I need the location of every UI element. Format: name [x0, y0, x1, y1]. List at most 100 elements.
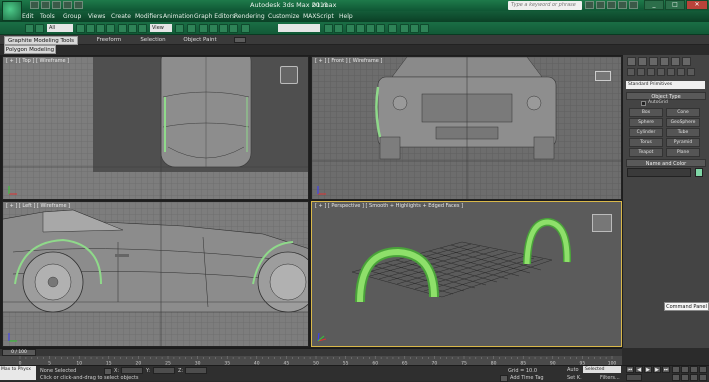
named-selection-dropdown[interactable]: [278, 24, 320, 32]
viewport-front[interactable]: [ + ] [ Front ] [ Wireframe ]: [311, 56, 622, 200]
name-and-color-heading[interactable]: Name and Color: [626, 159, 706, 167]
mirror-icon[interactable]: [324, 24, 333, 33]
move-icon[interactable]: [118, 24, 127, 33]
align-icon[interactable]: [334, 24, 343, 33]
previous-frame-icon[interactable]: ◀: [635, 366, 643, 373]
teapot-button[interactable]: Teapot: [629, 148, 663, 157]
schematic-view-icon[interactable]: [376, 24, 385, 33]
menu-group[interactable]: Group: [63, 13, 81, 20]
viewport-label-front[interactable]: [ + ] [ Front ] [ Wireframe ]: [315, 58, 382, 64]
add-time-tag[interactable]: Add Time Tag: [510, 375, 544, 381]
maximize-button[interactable]: □: [665, 0, 685, 10]
viewcube-perspective-icon[interactable]: [592, 214, 612, 232]
menu-create[interactable]: Create: [111, 13, 131, 20]
new-file-icon[interactable]: [30, 1, 39, 9]
lights-icon[interactable]: [647, 68, 655, 76]
select-manipulate-icon[interactable]: [187, 24, 196, 33]
selection-filter-dropdown[interactable]: All: [47, 24, 73, 32]
scale-icon[interactable]: [138, 24, 147, 33]
orbit-icon[interactable]: [690, 374, 698, 381]
modify-tab-icon[interactable]: [638, 57, 647, 66]
motion-tab-icon[interactable]: [660, 57, 669, 66]
plane-button[interactable]: Plane: [666, 148, 700, 157]
helpers-icon[interactable]: [667, 68, 675, 76]
render-production-icon[interactable]: [420, 24, 429, 33]
menu-views[interactable]: Views: [88, 13, 105, 20]
viewport-label-perspective[interactable]: [ + ] [ Perspective ] [ Smooth + Highlig…: [315, 203, 463, 209]
autogrid-checkbox[interactable]: [641, 101, 646, 106]
help-icon[interactable]: [629, 1, 638, 9]
subscription-icon[interactable]: [596, 1, 605, 9]
time-slider[interactable]: 0 / 100: [0, 348, 622, 356]
snap-toggle-icon[interactable]: [199, 24, 208, 33]
spinner-snap-icon[interactable]: [229, 24, 238, 33]
create-tab-icon[interactable]: [627, 57, 636, 66]
edit-named-selection-icon[interactable]: [241, 24, 250, 33]
rotate-icon[interactable]: [128, 24, 137, 33]
graphite-toggle-icon[interactable]: [356, 24, 365, 33]
open-file-icon[interactable]: [41, 1, 50, 9]
angle-snap-icon[interactable]: [209, 24, 218, 33]
coord-y-field[interactable]: [153, 367, 175, 374]
primitive-type-dropdown[interactable]: Standard Primitives: [626, 81, 705, 89]
pyramid-button[interactable]: Pyramid: [666, 138, 700, 147]
menu-modifiers[interactable]: Modifiers: [135, 13, 162, 20]
current-frame-field[interactable]: [626, 374, 642, 381]
menu-edit[interactable]: Edit: [22, 13, 34, 20]
go-to-end-icon[interactable]: ⏭: [662, 366, 670, 373]
minimize-button[interactable]: _: [644, 0, 664, 10]
communication-center-icon[interactable]: [607, 1, 616, 9]
tab-selection[interactable]: Selection: [134, 36, 172, 45]
zoom-all-icon[interactable]: [681, 366, 689, 373]
viewport-left[interactable]: [ + ] [ Left ] [ Wireframe ]: [2, 201, 309, 347]
zoom-extents-icon[interactable]: [690, 366, 698, 373]
sphere-button[interactable]: Sphere: [629, 118, 663, 127]
undo-tool-icon[interactable]: [25, 24, 34, 33]
search-icon[interactable]: [585, 1, 594, 9]
material-editor-icon[interactable]: [388, 24, 397, 33]
play-icon[interactable]: ▶: [644, 366, 652, 373]
menu-customize[interactable]: Customize: [268, 13, 300, 20]
tab-graphite-modeling-tools[interactable]: Graphite Modeling Tools: [4, 36, 78, 45]
region-select-icon[interactable]: [96, 24, 105, 33]
ribbon-options-icon[interactable]: [234, 37, 246, 43]
menu-animation[interactable]: Animation: [163, 13, 194, 20]
key-filter-dropdown[interactable]: Selected: [583, 366, 621, 373]
rendered-frame-icon[interactable]: [410, 24, 419, 33]
shapes-icon[interactable]: [637, 68, 645, 76]
object-type-heading[interactable]: Object Type: [626, 92, 706, 100]
undo-icon[interactable]: [63, 1, 72, 9]
menu-tools[interactable]: Tools: [40, 13, 55, 20]
display-tab-icon[interactable]: [671, 57, 680, 66]
space-warps-icon[interactable]: [677, 68, 685, 76]
window-crossing-icon[interactable]: [106, 24, 115, 33]
cone-button[interactable]: Cone: [666, 108, 700, 117]
torus-button[interactable]: Torus: [629, 138, 663, 147]
redo-icon[interactable]: [74, 1, 83, 9]
field-of-view-icon[interactable]: [672, 374, 680, 381]
menu-graph-editors[interactable]: Graph Editors: [194, 13, 235, 20]
application-logo-icon[interactable]: [2, 1, 22, 21]
viewport-label-top[interactable]: [ + ] [ Top ] [ Wireframe ]: [6, 58, 69, 64]
hierarchy-tab-icon[interactable]: [649, 57, 658, 66]
menu-help[interactable]: Help: [339, 13, 353, 20]
geosphere-button[interactable]: GeoSphere: [666, 118, 700, 127]
coord-x-field[interactable]: [121, 367, 143, 374]
cylinder-button[interactable]: Cylinder: [629, 128, 663, 137]
render-setup-icon[interactable]: [400, 24, 409, 33]
viewport-label-left[interactable]: [ + ] [ Left ] [ Wireframe ]: [6, 203, 70, 209]
curve-editor-icon[interactable]: [366, 24, 375, 33]
reference-coord-dropdown[interactable]: View: [150, 24, 172, 32]
percent-snap-icon[interactable]: [219, 24, 228, 33]
coord-z-field[interactable]: [185, 367, 207, 374]
search-input[interactable]: Type a keyword or phrase: [508, 1, 582, 10]
systems-icon[interactable]: [687, 68, 695, 76]
save-file-icon[interactable]: [52, 1, 61, 9]
viewcube-top-icon[interactable]: [280, 66, 298, 84]
viewport-perspective[interactable]: [ + ] [ Perspective ] [ Smooth + Highlig…: [311, 201, 622, 347]
menu-rendering[interactable]: Rendering: [234, 13, 265, 20]
lock-selection-icon[interactable]: [104, 368, 112, 375]
zoom-extents-all-icon[interactable]: [699, 366, 707, 373]
layer-manager-icon[interactable]: [346, 24, 355, 33]
geometry-icon[interactable]: [627, 68, 635, 76]
